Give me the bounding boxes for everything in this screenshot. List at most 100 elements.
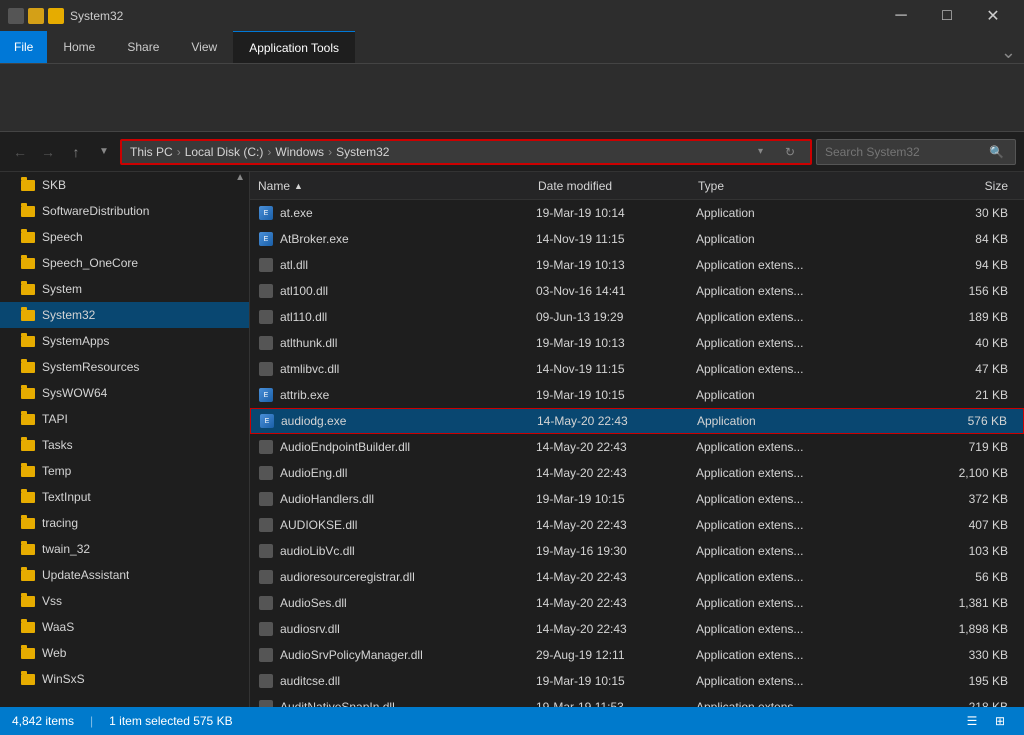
table-row[interactable]: AudioHandlers.dll 19-Mar-19 10:15 Applic… xyxy=(250,486,1024,512)
sidebar-item-vss[interactable]: Vss xyxy=(0,588,249,614)
file-size: 218 KB xyxy=(876,700,1016,707)
tab-share[interactable]: Share xyxy=(111,31,175,63)
table-row[interactable]: audioresourceregistrar.dll 14-May-20 22:… xyxy=(250,564,1024,590)
table-row[interactable]: atlthunk.dll 19-Mar-19 10:13 Application… xyxy=(250,330,1024,356)
path-this-pc: This PC xyxy=(130,145,173,159)
close-button[interactable]: ✕ xyxy=(970,0,1016,32)
sidebar-item-tapi[interactable]: TAPI xyxy=(0,406,249,432)
sidebar-item-speech[interactable]: Speech xyxy=(0,224,249,250)
table-row[interactable]: auditcse.dll 19-Mar-19 10:15 Application… xyxy=(250,668,1024,694)
sidebar-item-winsxs[interactable]: WinSxS xyxy=(0,666,249,692)
table-row[interactable]: E attrib.exe 19-Mar-19 10:15 Application… xyxy=(250,382,1024,408)
sidebar-item-twain_32[interactable]: twain_32 xyxy=(0,536,249,562)
tab-home[interactable]: Home xyxy=(47,31,111,63)
table-row[interactable]: atl100.dll 03-Nov-16 14:41 Application e… xyxy=(250,278,1024,304)
title-bar: System32 ─ □ ✕ xyxy=(0,0,1024,32)
file-type: Application extens... xyxy=(696,596,876,610)
exe-icon: E xyxy=(258,205,274,221)
sidebar-item-syswow64[interactable]: SysWOW64 xyxy=(0,380,249,406)
address-path[interactable]: This PC › Local Disk (C:) › Windows › Sy… xyxy=(120,139,812,165)
sidebar-item-skb[interactable]: SKB xyxy=(0,172,249,198)
file-name: atmlibvc.dll xyxy=(280,362,536,376)
sidebar-item-waas[interactable]: WaaS xyxy=(0,614,249,640)
title-bar-icons xyxy=(8,8,64,24)
table-row[interactable]: AuditNativeSnapIn.dll 19-Mar-19 11:53 Ap… xyxy=(250,694,1024,707)
col-header-name[interactable]: Name ▲ xyxy=(258,179,538,193)
status-view-buttons: ☰ ⊞ xyxy=(960,709,1012,733)
sidebar-item-updateassistant[interactable]: UpdateAssistant xyxy=(0,562,249,588)
sidebar-item-tracing[interactable]: tracing xyxy=(0,510,249,536)
file-date: 09-Jun-13 19:29 xyxy=(536,310,696,324)
folder-icon xyxy=(20,567,36,583)
file-size: 576 KB xyxy=(877,414,1015,428)
search-icon: 🔍 xyxy=(989,145,1004,159)
file-name: atlthunk.dll xyxy=(280,336,536,350)
table-row[interactable]: atl110.dll 09-Jun-13 19:29 Application e… xyxy=(250,304,1024,330)
table-row[interactable]: AudioSrvPolicyManager.dll 29-Aug-19 12:1… xyxy=(250,642,1024,668)
folder-icon xyxy=(20,645,36,661)
table-row[interactable]: atl.dll 19-Mar-19 10:13 Application exte… xyxy=(250,252,1024,278)
ribbon-expand-icon[interactable]: ⌄ xyxy=(1001,42,1016,63)
refresh-button[interactable]: ↻ xyxy=(778,140,802,164)
maximize-button[interactable]: □ xyxy=(924,0,970,32)
table-row[interactable]: atmlibvc.dll 14-Nov-19 11:15 Application… xyxy=(250,356,1024,382)
sidebar-item-web[interactable]: Web xyxy=(0,640,249,666)
table-row[interactable]: E AtBroker.exe 14-Nov-19 11:15 Applicati… xyxy=(250,226,1024,252)
file-type: Application extens... xyxy=(696,310,876,324)
back-button[interactable]: ← xyxy=(8,140,32,164)
forward-button[interactable]: → xyxy=(36,140,60,164)
file-size: 47 KB xyxy=(876,362,1016,376)
sidebar-item-label: SystemApps xyxy=(42,334,109,348)
file-size: 407 KB xyxy=(876,518,1016,532)
table-row[interactable]: E audiodg.exe 14-May-20 22:43 Applicatio… xyxy=(250,408,1024,434)
table-row[interactable]: AUDIOKSE.dll 14-May-20 22:43 Application… xyxy=(250,512,1024,538)
sidebar-item-speech_onecore[interactable]: Speech_OneCore xyxy=(0,250,249,276)
sidebar-item-system[interactable]: System xyxy=(0,276,249,302)
col-header-type[interactable]: Type xyxy=(698,179,878,193)
dll-icon xyxy=(258,647,274,663)
sidebar-item-system32[interactable]: System32 xyxy=(0,302,249,328)
col-header-size[interactable]: Size xyxy=(878,179,1016,193)
recent-locations-button[interactable]: ▼ xyxy=(92,140,116,164)
sidebar-item-label: WinSxS xyxy=(42,672,85,686)
search-box[interactable]: 🔍 xyxy=(816,139,1016,165)
folder-icon-tb xyxy=(28,8,44,24)
file-list-header: Name ▲ Date modified Type Size xyxy=(250,172,1024,200)
tab-file[interactable]: File xyxy=(0,31,47,63)
sidebar-item-systemapps[interactable]: SystemApps xyxy=(0,328,249,354)
minimize-button[interactable]: ─ xyxy=(878,0,924,32)
folder-icon xyxy=(20,255,36,271)
file-type: Application extens... xyxy=(696,258,876,272)
sidebar-item-softwaredistribution[interactable]: SoftwareDistribution xyxy=(0,198,249,224)
file-name: AudioSes.dll xyxy=(280,596,536,610)
sidebar-item-tasks[interactable]: Tasks xyxy=(0,432,249,458)
dll-icon xyxy=(258,335,274,351)
folder-icon xyxy=(20,593,36,609)
file-size: 156 KB xyxy=(876,284,1016,298)
file-type: Application extens... xyxy=(696,544,876,558)
up-button[interactable]: ↑ xyxy=(64,140,88,164)
table-row[interactable]: AudioEndpointBuilder.dll 14-May-20 22:43… xyxy=(250,434,1024,460)
table-row[interactable]: audiosrv.dll 14-May-20 22:43 Application… xyxy=(250,616,1024,642)
table-row[interactable]: E at.exe 19-Mar-19 10:14 Application 30 … xyxy=(250,200,1024,226)
address-dropdown-icon[interactable]: ▾ xyxy=(758,146,778,157)
details-view-button[interactable]: ☰ xyxy=(960,709,984,733)
tab-application-tools[interactable]: Application Tools xyxy=(233,31,355,63)
table-row[interactable]: AudioEng.dll 14-May-20 22:43 Application… xyxy=(250,460,1024,486)
tab-view[interactable]: View xyxy=(175,31,233,63)
file-type: Application extens... xyxy=(696,674,876,688)
large-icons-view-button[interactable]: ⊞ xyxy=(988,709,1012,733)
sidebar-item-label: TextInput xyxy=(42,490,91,504)
search-input[interactable] xyxy=(825,145,985,159)
sidebar-item-temp[interactable]: Temp xyxy=(0,458,249,484)
file-type: Application extens... xyxy=(696,362,876,376)
folder-icon xyxy=(20,619,36,635)
table-row[interactable]: AudioSes.dll 14-May-20 22:43 Application… xyxy=(250,590,1024,616)
file-date: 19-May-16 19:30 xyxy=(536,544,696,558)
file-name: AudioSrvPolicyManager.dll xyxy=(280,648,536,662)
table-row[interactable]: audioLibVc.dll 19-May-16 19:30 Applicati… xyxy=(250,538,1024,564)
col-header-date[interactable]: Date modified xyxy=(538,179,698,193)
sidebar-item-systemresources[interactable]: SystemResources xyxy=(0,354,249,380)
sidebar-item-textinput[interactable]: TextInput xyxy=(0,484,249,510)
folder-icon xyxy=(20,463,36,479)
